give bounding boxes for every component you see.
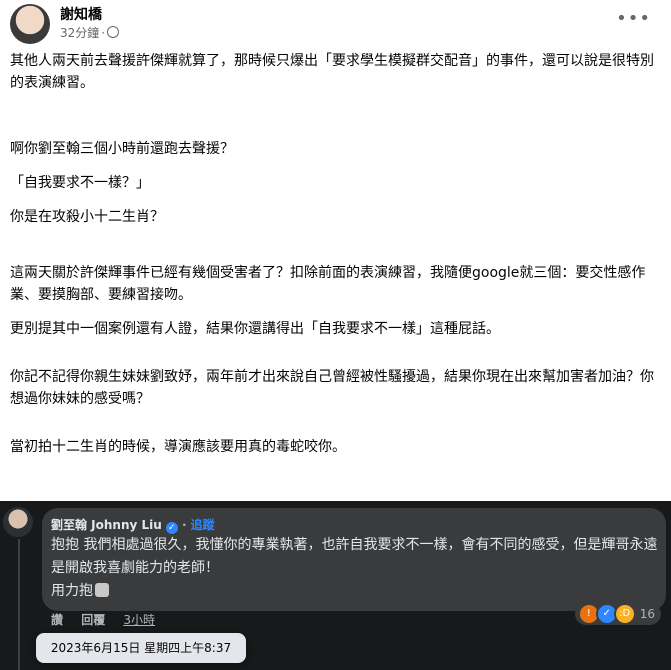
- comment-bubble: 劉至翰 Johnny Liu ✓ · 追蹤 抱抱 我們相處過很久，我懂你的專業執著，…: [42, 508, 666, 611]
- post-paragraph: [10, 340, 660, 362]
- post-paragraph: [10, 94, 660, 116]
- commenter-name[interactable]: 劉至翰 Johnny Liu: [51, 518, 162, 532]
- reaction-summary[interactable]: ! ✓ :D 16: [574, 603, 661, 625]
- author-avatar[interactable]: [10, 4, 50, 44]
- post-paragraph: [10, 410, 660, 432]
- thread-line: [18, 539, 20, 670]
- meta-separator: ·: [101, 26, 106, 40]
- post-timestamp[interactable]: 32分鐘: [60, 26, 99, 40]
- globe-icon: [107, 26, 120, 38]
- post-paragraph: [10, 116, 660, 138]
- post-body: 其他人兩天前去聲援許傑輝就算了，那時候只爆出「要求學生模擬群交配音」的事件，還可…: [10, 50, 660, 458]
- comment-timestamp[interactable]: 3小時: [123, 613, 155, 627]
- comment-actions: 讚 回覆 3小時: [51, 611, 169, 628]
- post-paragraph: 這兩天關於許傑輝事件已經有幾個受害者了？扣除前面的表演練習，我隨便google就…: [10, 265, 646, 303]
- post-meta: 32分鐘 ·: [60, 24, 120, 41]
- follow-separator: ·: [182, 518, 187, 532]
- post-paragraph: 更別提其中一個案例還有人證，結果你還講得出「自我要求不一樣」這種屁話。: [10, 321, 500, 337]
- haha-reaction-icon: :D: [613, 603, 636, 625]
- reply-button[interactable]: 回覆: [81, 613, 105, 627]
- comment-header: 劉至翰 Johnny Liu ✓ · 追蹤: [51, 516, 215, 534]
- post-author-name[interactable]: 謝知橋: [60, 4, 102, 24]
- post-paragraph: 當初拍十二生肖的時候，導演應該要用真的毒蛇咬你。: [10, 439, 346, 455]
- timestamp-tooltip: 2023年6月15日 星期四上午8:37: [36, 633, 246, 663]
- post-paragraph: 你記不記得你親生妹妹劉致妤，兩年前才出來說自己曾經被性騷擾過，結果你現在出來幫加…: [10, 369, 654, 407]
- post-paragraph: 你是在攻殺小十二生肖？: [10, 209, 164, 225]
- more-options-icon[interactable]: •••: [616, 8, 651, 29]
- comment-text: 抱抱 我們相處過很久，我懂你的專業執著，也許自我要求不一樣，會有不同的感受，但是…: [51, 534, 661, 603]
- post-paragraph: 「自我要求不一樣？」: [10, 175, 150, 191]
- comment-line: 用力抱: [51, 580, 661, 603]
- follow-button[interactable]: 追蹤: [191, 518, 215, 532]
- post-paragraph: 啊你劉至翰三個小時前還跑去聲援？: [10, 141, 234, 157]
- comment-line-text: 用力抱: [51, 583, 93, 599]
- post-card: 謝知橋 32分鐘 · ••• 其他人兩天前去聲援許傑輝就算了，那時候只爆出「要求學…: [0, 0, 671, 501]
- commenter-avatar[interactable]: [3, 507, 33, 537]
- reaction-count: 16: [639, 607, 655, 621]
- hug-emoji-icon: [95, 583, 109, 597]
- comment-line: 抱抱 我們相處過很久，我懂你的專業執著，也許自我要求不一樣，會有不同的感受，但是…: [51, 537, 658, 576]
- verified-badge-icon: ✓: [165, 522, 178, 534]
- post-paragraph: 其他人兩天前去聲援許傑輝就算了，那時候只爆出「要求學生模擬群交配音」的事件，還可…: [10, 53, 654, 91]
- like-button[interactable]: 讚: [51, 613, 63, 627]
- post-paragraph: [10, 228, 660, 250]
